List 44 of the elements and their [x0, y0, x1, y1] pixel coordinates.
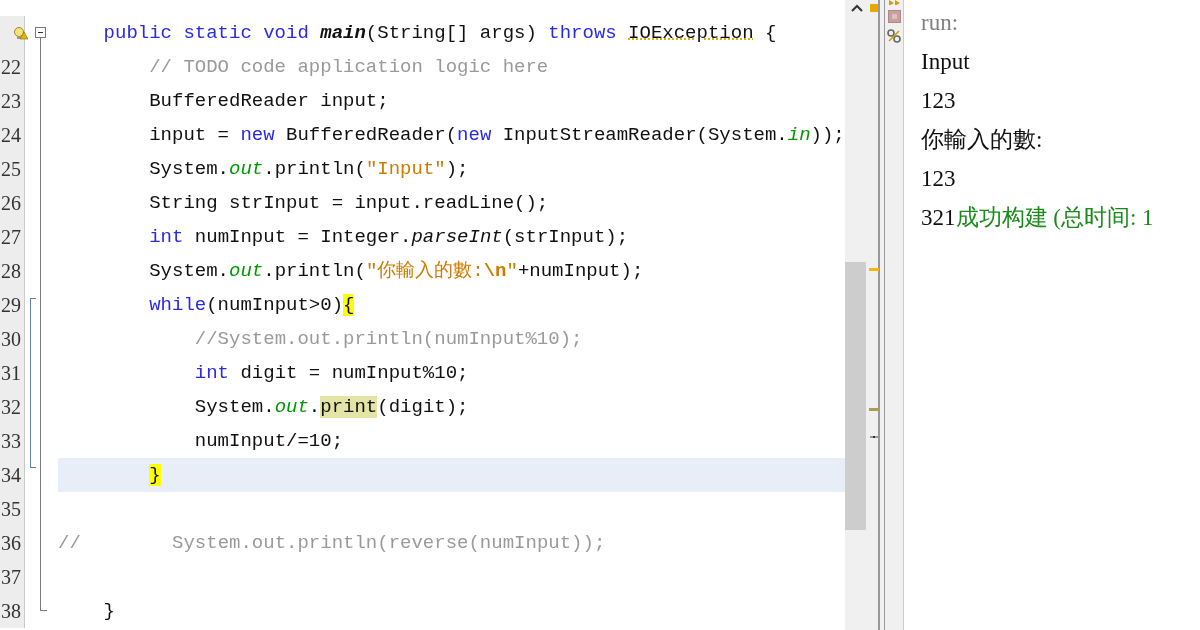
warning-status-icon — [870, 4, 878, 12]
line-number: 26 — [1, 192, 21, 214]
line-number: 25 — [1, 158, 21, 180]
code-line: System.out.print(digit); — [194, 396, 469, 418]
line-number: 24 — [1, 124, 21, 146]
code-line: int digit = numInput%10; — [194, 362, 469, 384]
code-line: String strInput = input.readLine(); — [149, 192, 549, 214]
line-number: 36 — [1, 532, 21, 554]
code-line: numInput/=10; — [194, 430, 344, 452]
line-number: 32 — [1, 396, 21, 418]
output-line: run: — [921, 10, 959, 35]
line-number: 22 — [1, 56, 21, 78]
line-number: 29 — [1, 294, 21, 316]
rerun-icon[interactable] — [888, 0, 900, 5]
line-number: 28 — [1, 260, 21, 282]
output-line: 123 — [921, 166, 956, 191]
output-line: 你輸入的數: — [921, 127, 1043, 152]
code-line: BufferedReader input; — [149, 90, 389, 112]
line-number: 34 — [1, 464, 21, 486]
code-line: System.out.println("Input"); — [149, 158, 469, 180]
code-line: //System.out.println(numInput%10); — [194, 328, 583, 350]
output-line: Input — [921, 49, 970, 74]
line-number: 35 — [1, 498, 21, 520]
line-number: 23 — [1, 90, 21, 112]
line-number: 33 — [1, 430, 21, 452]
line-number: 37 — [1, 566, 21, 588]
code-line: while(numInput>0){ — [149, 294, 355, 316]
output-line: 123 — [921, 88, 956, 113]
output-line: 321成功构建 (总时间: 1 — [921, 205, 1154, 230]
code-line: input = new BufferedReader(new InputStreamReader(System.in)); — [149, 124, 845, 146]
code-line: System.out.println("你輸入的數:\n"+numInput); — [149, 260, 644, 282]
code-line: public static void main(String[] args) throws IOException { — [103, 22, 777, 44]
line-number: 30 — [1, 328, 21, 350]
code-line: // System.out.println(reverse(numInput)); — [58, 532, 606, 554]
code-line: } — [103, 600, 115, 622]
line-number: 27 — [1, 226, 21, 248]
collapse-button[interactable] — [35, 27, 46, 38]
line-number: 31 — [1, 362, 21, 384]
warning-hint-icon[interactable] — [12, 26, 28, 40]
stop-icon[interactable] — [888, 10, 901, 23]
line-number: 38 — [1, 600, 21, 622]
code-line: // TODO code application logic here — [149, 56, 549, 78]
code-line: int numInput = Integer.parseInt(strInput); — [149, 226, 629, 248]
scrollbar-thumb[interactable] — [845, 262, 866, 530]
